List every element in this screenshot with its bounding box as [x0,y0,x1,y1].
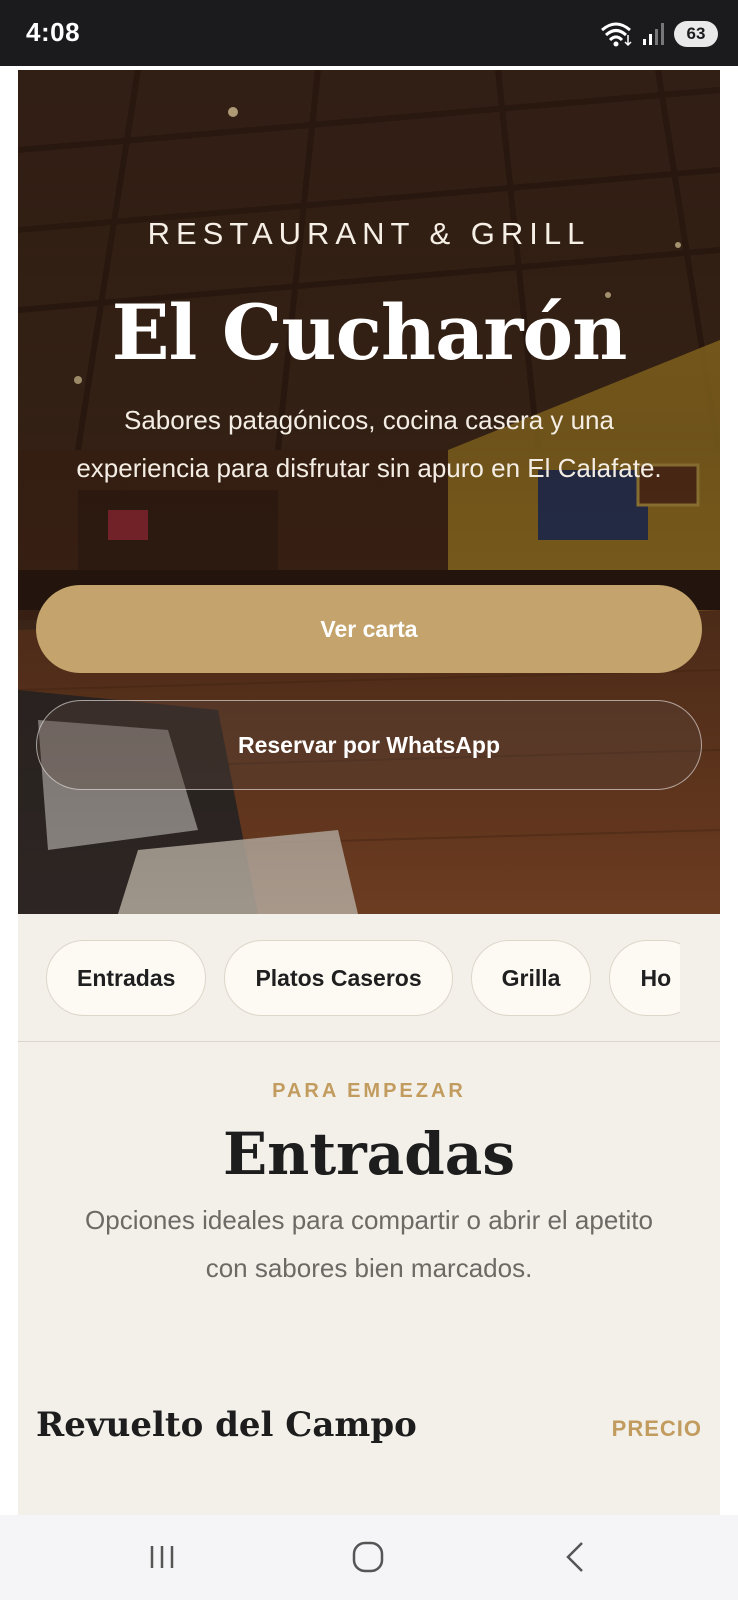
section-description: Opciones ideales para compartir o abrir … [85,1205,653,1283]
recent-apps-icon [150,1546,174,1568]
system-nav-bar [0,1515,738,1600]
menu-item-price-label: PRECIO [611,1416,702,1441]
recent-apps-button[interactable] [140,1535,184,1579]
category-nav: Entradas Platos Caseros Grilla Ho [18,914,720,1042]
category-scroller[interactable]: Entradas Platos Caseros Grilla Ho [46,940,680,1018]
view-menu-button[interactable]: Ver carta [36,585,702,673]
category-chip-platos-caseros[interactable]: Platos Caseros [224,940,453,1016]
back-button[interactable] [553,1535,597,1579]
hero-title: El Cucharón [111,288,628,377]
hero-section: RESTAURANT & GRILL El Cucharón Sabores p… [18,70,720,914]
category-chip-entradas[interactable]: Entradas [46,940,207,1016]
back-icon [566,1542,583,1572]
section-eyebrow: PARA EMPEZAR [272,1080,466,1102]
menu-item-title: Revuelto del Campo [36,1405,417,1445]
battery-indicator: 63 [674,21,718,47]
category-chip-partial[interactable]: Ho [609,940,680,1016]
home-icon [352,1541,384,1573]
home-button[interactable] [346,1535,390,1579]
hero-description: Sabores patagónicos, cocina casera y una… [76,405,662,483]
hero-eyebrow: RESTAURANT & GRILL [147,216,591,251]
reserve-whatsapp-button[interactable]: Reservar por WhatsApp [36,700,702,790]
section-title: Entradas [222,1120,516,1188]
status-bar: 4:08 63 [0,0,738,66]
page-content: RESTAURANT & GRILL El Cucharón Sabores p… [18,70,720,1515]
category-chip-grilla[interactable]: Grilla [470,940,592,1016]
status-icons: 63 [600,20,718,48]
wifi-icon [601,22,632,47]
status-time: 4:08 [26,17,81,47]
signal-icon [643,23,664,45]
